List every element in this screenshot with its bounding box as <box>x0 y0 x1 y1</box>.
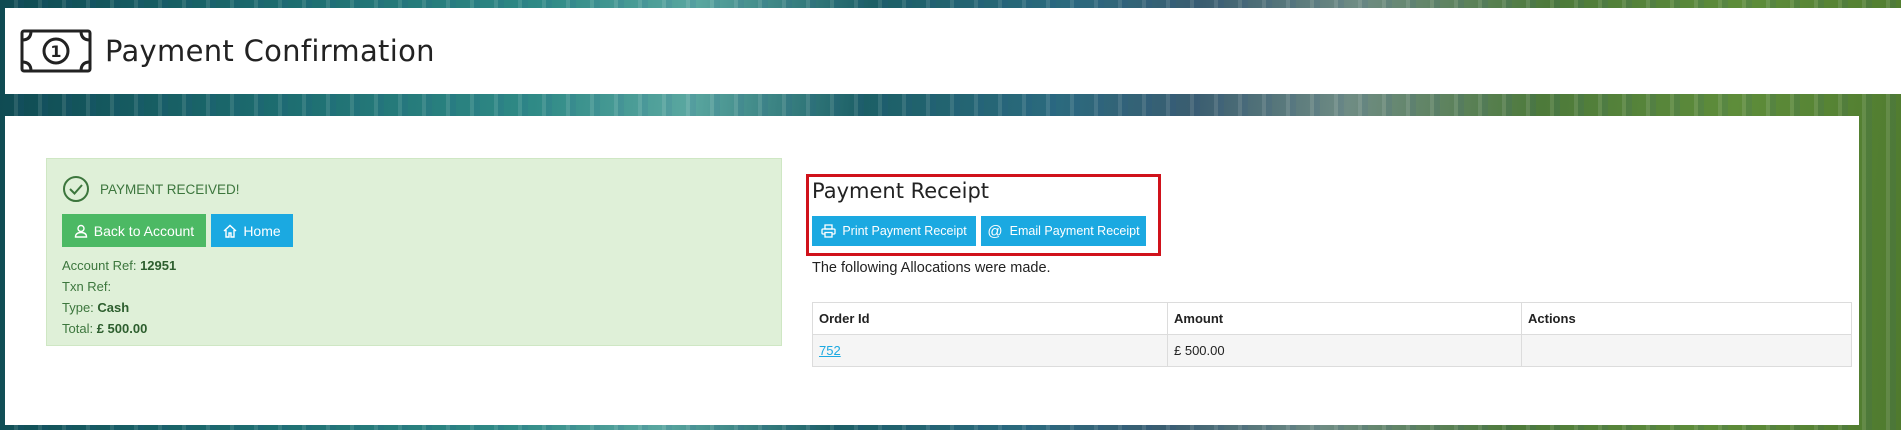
table-header-row: Order Id Amount Actions <box>812 302 1852 335</box>
home-label: Home <box>243 222 281 239</box>
money-bill-icon: 1 <box>20 29 92 73</box>
back-to-account-button[interactable]: Back to Account <box>62 214 206 247</box>
actions-cell <box>1521 334 1852 367</box>
allocations-table: Order Id Amount Actions 752 £ 500.00 <box>812 302 1852 367</box>
table-row: 752 £ 500.00 <box>812 334 1852 367</box>
payment-status-text: PAYMENT RECEIVED! <box>100 181 240 197</box>
total-row: Total: £ 500.00 <box>62 321 148 336</box>
order-id-cell: 752 <box>812 334 1168 367</box>
back-to-account-label: Back to Account <box>93 222 195 239</box>
page-header: 1 Payment Confirmation <box>5 8 1901 94</box>
type-value: Cash <box>97 300 130 315</box>
column-header-actions: Actions <box>1521 302 1852 335</box>
total-value: £ 500.00 <box>96 321 148 336</box>
home-button[interactable]: Home <box>211 214 293 247</box>
txn-ref-row: Txn Ref: <box>62 279 112 294</box>
user-icon <box>74 224 87 238</box>
payment-success-alert: PAYMENT RECEIVED! Back to Account Home A… <box>46 158 782 346</box>
account-ref-value: 12951 <box>140 258 177 273</box>
order-id-link[interactable]: 752 <box>819 343 841 358</box>
account-ref-row: Account Ref: 12951 <box>62 258 177 273</box>
main-panel: PAYMENT RECEIVED! Back to Account Home A… <box>5 116 1859 425</box>
allocations-text: The following Allocations were made. <box>812 260 1051 276</box>
column-header-amount: Amount <box>1167 302 1522 335</box>
highlight-box <box>806 174 1161 256</box>
payment-details: Account Ref: 12951 Txn Ref: Type: Cash T… <box>62 255 176 339</box>
svg-text:1: 1 <box>50 42 61 61</box>
type-row: Type: Cash <box>62 300 130 315</box>
home-icon <box>223 224 237 238</box>
column-header-order-id: Order Id <box>812 302 1168 335</box>
status-row: PAYMENT RECEIVED! <box>62 175 240 203</box>
page-title: Payment Confirmation <box>105 34 435 68</box>
amount-cell: £ 500.00 <box>1167 334 1522 367</box>
check-circle-icon <box>63 176 89 202</box>
